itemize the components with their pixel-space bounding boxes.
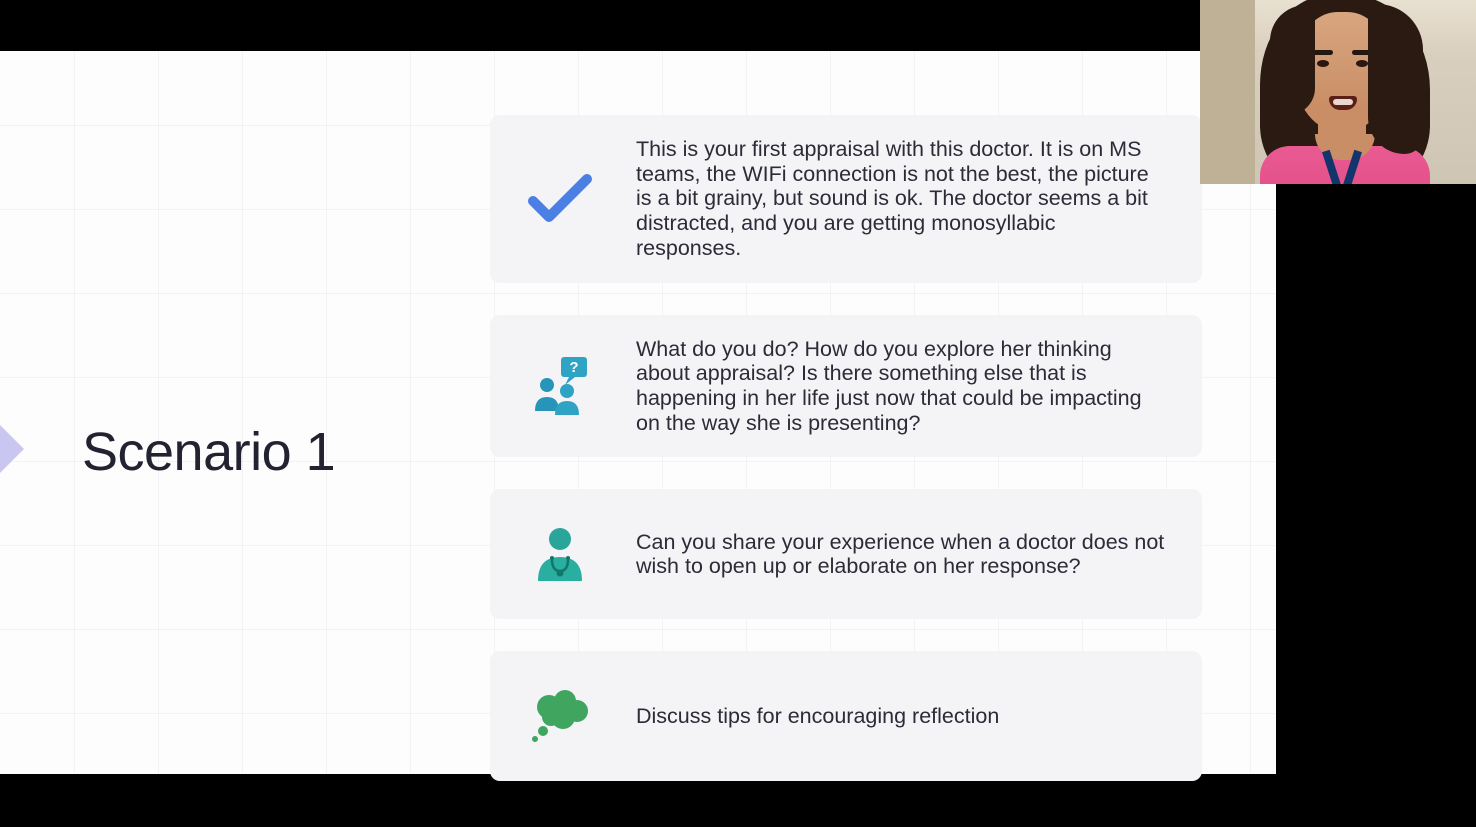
list-item: This is your first appraisal with this d… [490,115,1202,283]
list-item: ? What do you do? How do you explore her… [490,315,1202,458]
doctor-icon [510,525,610,583]
card-text: What do you do? How do you explore her t… [636,337,1166,436]
slide-pointer-icon [0,419,24,479]
presenter-video [1200,0,1476,184]
thought-cloud-icon [510,687,610,745]
card-text: Discuss tips for encouraging reflection [636,704,999,729]
svg-text:?: ? [569,359,578,376]
card-list: This is your first appraisal with this d… [490,115,1202,781]
slide-title: Scenario 1 [82,421,335,483]
slide-canvas: Scenario 1 This is your first appraisal … [0,51,1276,774]
card-text: This is your first appraisal with this d… [636,137,1166,261]
question-people-icon: ? [510,355,610,417]
list-item: Discuss tips for encouraging reflection [490,651,1202,781]
card-text: Can you share your experience when a doc… [636,530,1166,579]
list-item: Can you share your experience when a doc… [490,489,1202,619]
check-icon [510,173,610,225]
